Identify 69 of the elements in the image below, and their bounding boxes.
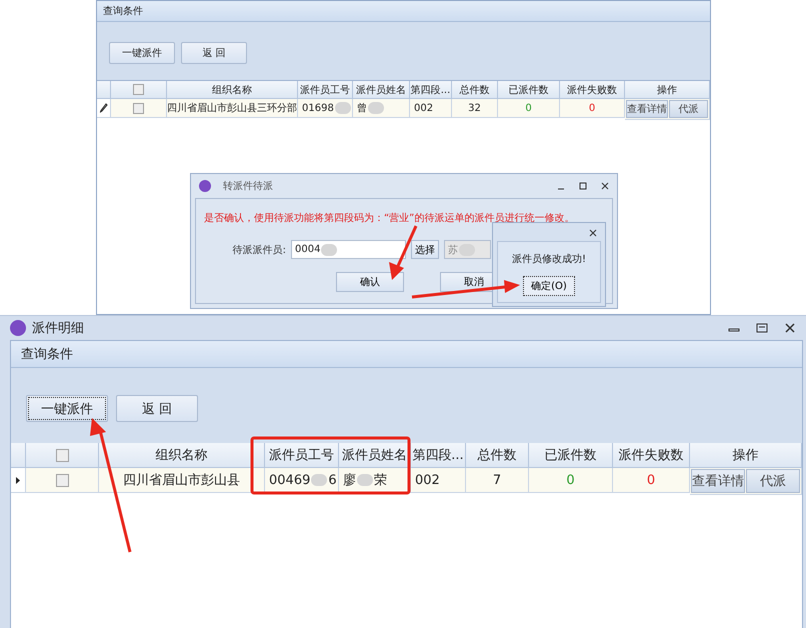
panel-title: 查询条件	[97, 1, 710, 22]
close-icon[interactable]	[589, 229, 597, 237]
redaction-blur	[368, 102, 384, 114]
column-header[interactable]: 总件数	[466, 443, 529, 468]
table-cell: 002	[410, 99, 452, 118]
table-cell: 32	[452, 99, 498, 118]
select-all-checkbox[interactable]	[133, 84, 144, 95]
column-header[interactable]: 组织名称	[167, 81, 298, 99]
column-header[interactable]: 派件员工号	[265, 443, 339, 468]
table-cell: 0	[560, 99, 625, 118]
select-all-checkbox[interactable]	[56, 448, 68, 462]
message-text: 派件员修改成功!	[512, 252, 586, 266]
warning-message: 是否确认，使用待派功能将第四段码为：“营业”的待派运单的派件员进行统一修改。	[203, 212, 576, 225]
window-title: 转派件待派	[223, 180, 273, 193]
action-button[interactable]: 查看详情	[691, 469, 745, 493]
action-button[interactable]: 代派	[746, 469, 800, 493]
window-title: 派件明细	[32, 320, 84, 337]
table-cell: 0	[529, 468, 613, 493]
column-header[interactable]: 已派件数	[498, 81, 560, 99]
cell-text-part: 荣	[374, 472, 387, 489]
table-cell: 002	[411, 468, 466, 493]
column-header[interactable]: 总件数	[452, 81, 498, 99]
cell-text-part: 廖	[343, 472, 356, 489]
redaction-blur	[311, 474, 328, 486]
cell-text-part: 01698	[302, 102, 334, 114]
maximize-icon[interactable]	[756, 323, 768, 333]
maximize-icon[interactable]	[579, 182, 587, 190]
row-checkbox[interactable]	[133, 102, 144, 114]
column-header[interactable]: 已派件数	[529, 443, 613, 468]
close-icon[interactable]	[601, 182, 609, 190]
select-button[interactable]: 选择	[411, 240, 439, 259]
column-header[interactable]: 派件员姓名	[339, 443, 411, 468]
cell-text-part: 曾	[357, 102, 367, 115]
close-icon[interactable]	[784, 323, 796, 333]
app-logo-icon	[10, 320, 26, 336]
input-field[interactable]: 0004	[291, 240, 406, 259]
column-header[interactable]: 组织名称	[99, 443, 265, 468]
cell-text-part: 00469	[269, 472, 310, 488]
redaction-blur	[357, 474, 373, 486]
toolbar-button[interactable]: 一键派件	[26, 395, 108, 422]
table-cell: 7	[466, 468, 529, 493]
cell-text-part: 6	[328, 472, 337, 488]
current-row-icon	[16, 476, 20, 484]
panel-title: 查询条件	[11, 341, 802, 368]
dialog-button[interactable]: 确认	[336, 272, 404, 292]
column-header[interactable]: 派件员姓名	[353, 81, 410, 99]
column-header[interactable]: 派件失败数	[560, 81, 625, 99]
toolbar-button[interactable]: 返 回	[181, 42, 247, 64]
column-header[interactable]: 派件员工号	[298, 81, 353, 99]
app-logo-icon	[199, 180, 211, 192]
action-button[interactable]: 查看详情	[626, 100, 668, 118]
column-header[interactable]: 第四段...	[411, 443, 466, 468]
redaction-blur	[334, 102, 351, 114]
toolbar-button[interactable]: 一键派件	[109, 42, 175, 64]
column-header[interactable]: 派件失败数	[613, 443, 690, 468]
toolbar-button[interactable]: 返 回	[116, 395, 198, 422]
column-header[interactable]: 操作	[625, 81, 710, 99]
ok-button[interactable]: 确定(O)	[523, 276, 575, 296]
column-header[interactable]: 操作	[690, 443, 802, 468]
row-checkbox[interactable]	[56, 474, 68, 486]
table-cell: 四川省眉山市彭山县三环分部	[167, 99, 298, 118]
field-label: 待派派件员:	[232, 244, 286, 256]
table-cell: 0	[613, 468, 690, 493]
table-cell: 四川省眉山市彭山县	[99, 468, 265, 493]
action-button[interactable]: 代派	[669, 100, 708, 118]
column-header[interactable]: 第四段...	[410, 81, 452, 99]
table-cell: 0	[498, 99, 560, 118]
name-field: 苏	[444, 240, 491, 259]
pencil-icon	[100, 103, 108, 113]
